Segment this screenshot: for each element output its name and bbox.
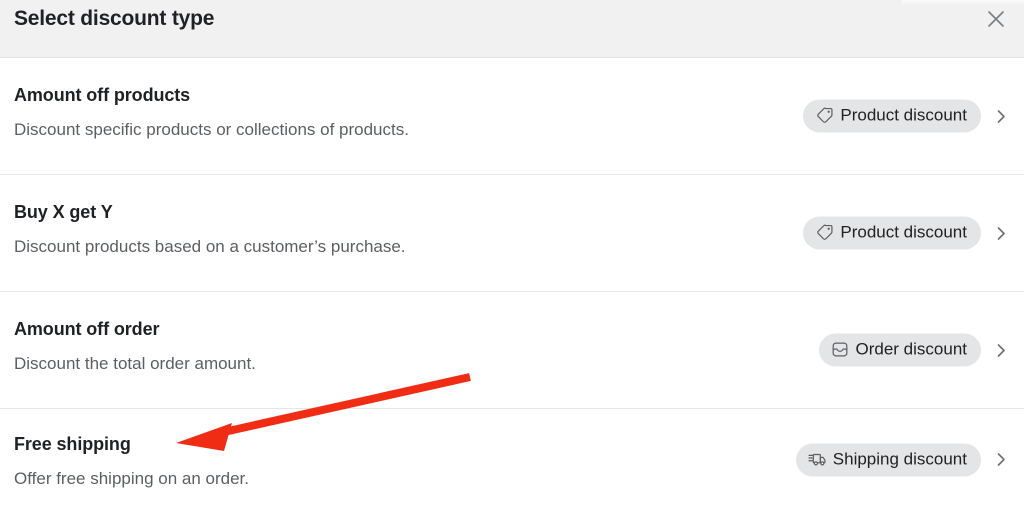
option-title: Buy X get Y [14, 202, 113, 222]
option-description: Discount specific products or collection… [14, 120, 409, 139]
option-meta: Product discount [803, 99, 1011, 133]
option-text-block: Amount off order Discount the total orde… [14, 318, 256, 375]
status-badge: Product discount [803, 216, 981, 250]
status-badge: Order discount [818, 333, 981, 367]
badge-label: Product discount [840, 222, 967, 242]
price-tag-icon [815, 106, 834, 125]
option-description: Offer free shipping on an order. [14, 469, 250, 488]
option-title: Amount off order [14, 319, 160, 339]
discount-type-list: Amount off products Discount specific pr… [0, 58, 1024, 510]
option-text-block: Buy X get Y Discount products based on a… [14, 201, 406, 258]
price-tag-icon [815, 223, 834, 242]
option-meta: Product discount [803, 216, 1011, 250]
discount-option-amount-off-products[interactable]: Amount off products Discount specific pr… [0, 58, 1024, 175]
badge-label: Product discount [840, 105, 967, 125]
discount-option-free-shipping[interactable]: Free shipping Offer free shipping on an … [0, 409, 1024, 510]
modal-header: Select discount type [0, 0, 1024, 58]
close-button[interactable] [982, 5, 1010, 33]
close-icon [986, 9, 1006, 29]
status-badge: Product discount [803, 99, 981, 133]
chevron-right-icon[interactable] [991, 106, 1011, 126]
option-title: Amount off products [14, 85, 191, 105]
status-badge: Shipping discount [795, 443, 981, 476]
select-discount-type-modal: Select discount type Amount off products… [0, 0, 1024, 511]
option-meta: Shipping discount [795, 443, 1011, 476]
option-title: Free shipping [14, 434, 131, 454]
option-description: Discount products based on a customer’s … [14, 237, 406, 256]
option-description: Discount the total order amount. [14, 354, 256, 373]
option-meta: Order discount [818, 333, 1012, 367]
inbox-tray-icon [831, 340, 850, 359]
page-title: Select discount type [14, 7, 215, 30]
badge-label: Shipping discount [832, 449, 967, 468]
delivery-truck-icon [808, 450, 827, 469]
option-text-block: Amount off products Discount specific pr… [14, 84, 409, 141]
discount-option-amount-off-order[interactable]: Amount off order Discount the total orde… [0, 292, 1024, 409]
option-text-block: Free shipping Offer free shipping on an … [14, 433, 249, 490]
chevron-right-icon[interactable] [991, 223, 1011, 243]
chevron-right-icon[interactable] [991, 340, 1011, 360]
discount-option-buy-x-get-y[interactable]: Buy X get Y Discount products based on a… [0, 175, 1024, 292]
badge-label: Order discount [855, 339, 968, 359]
chevron-right-icon[interactable] [991, 450, 1011, 470]
